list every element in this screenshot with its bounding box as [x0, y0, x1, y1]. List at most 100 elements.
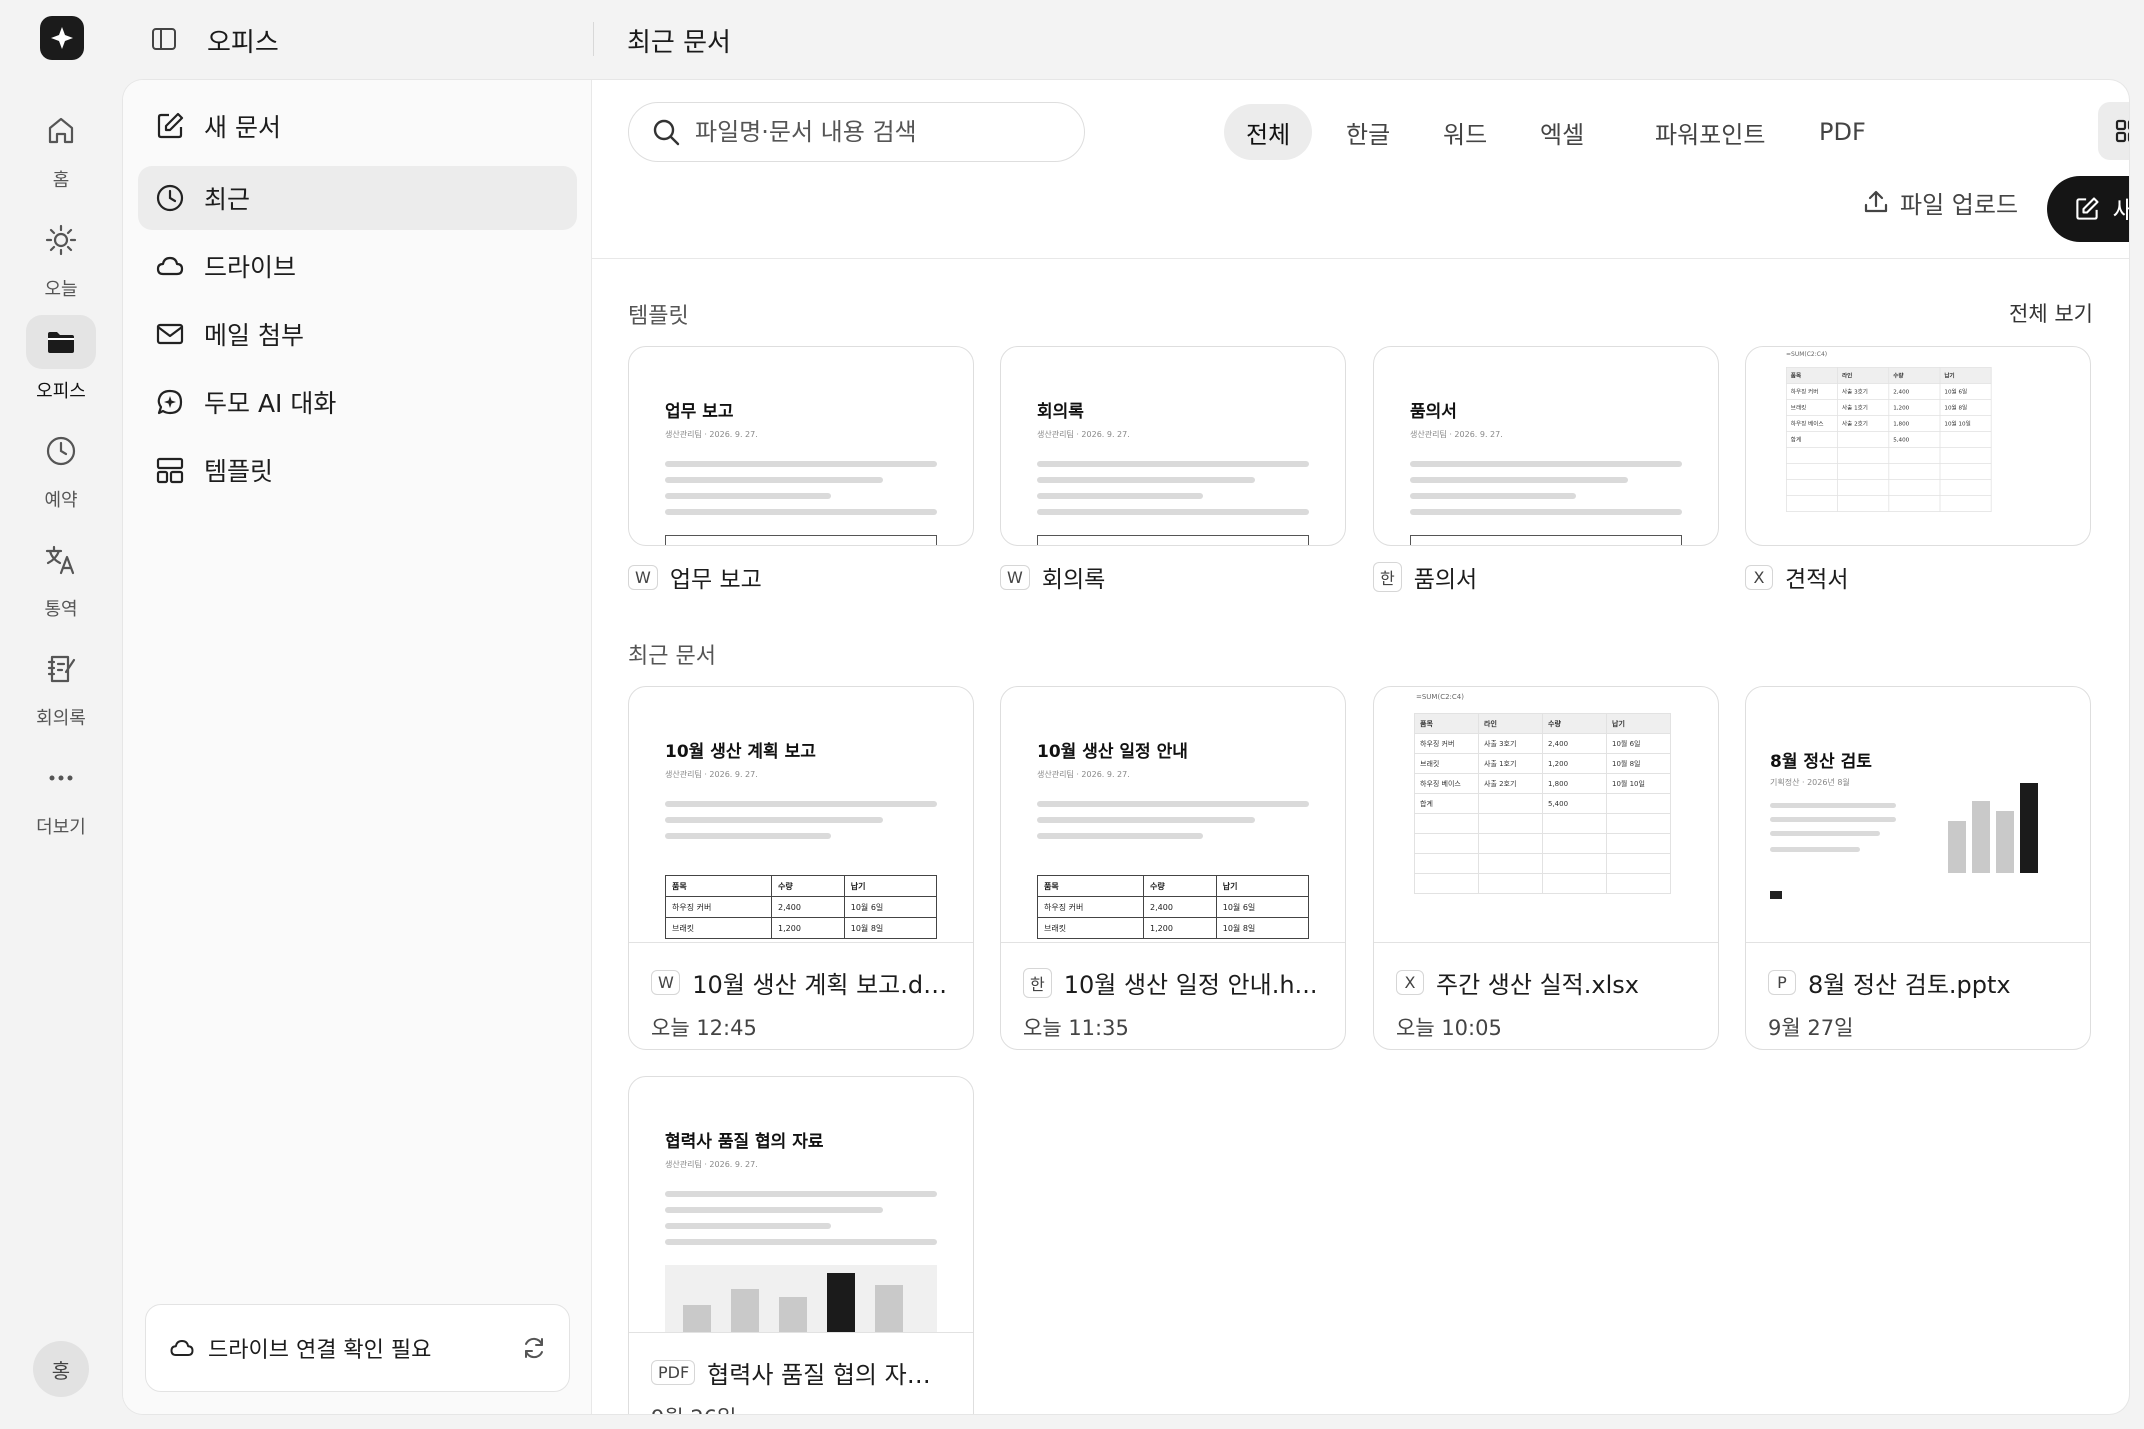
preview-subtitle: 생산관리팀 · 2026. 9. 27. [665, 1160, 758, 1169]
sidebar-item-label: 최근 [204, 185, 251, 214]
preview-title: 8월 정산 검토 [1770, 752, 1872, 772]
sidebar-item-drive[interactable]: 드라이브 [138, 234, 577, 298]
notebook-icon [26, 642, 96, 696]
preview-subtitle: 생산관리팀 · 2026. 9. 27. [1037, 770, 1130, 779]
template-thumbnail: =SUM(C2:C4) 품목 라인 수량 납기 하우징 커버 사출 3호기 2,400 10… [1745, 346, 2091, 546]
sidebar-item-label: 새 문서 [204, 113, 281, 142]
template-card[interactable]: 업무 보고 생산관리팀 · 2026. 9. 27. W 업무 보고 [628, 346, 974, 594]
template-name: 업무 보고 [669, 567, 762, 593]
document-card[interactable]: 협력사 품질 협의 자료 생산관리팀 · 2026. 9. 27. PDF 협력… [628, 1076, 974, 1414]
preview-bar [827, 1273, 855, 1332]
rail-item-more[interactable]: 더보기 [0, 751, 122, 839]
rail-item-interpret[interactable]: 통역 [0, 533, 122, 621]
rail-item-office[interactable]: 오피스 [0, 315, 122, 403]
grid-icon [2115, 119, 2129, 143]
rail-item-today[interactable]: 오늘 [0, 213, 122, 301]
filter-all[interactable]: 전체 [1224, 104, 1313, 160]
sidebar-item-new-doc[interactable]: 새 문서 [138, 94, 577, 158]
document-name: PDF 협력사 품질 협의 자료.... [651, 1355, 951, 1390]
avatar[interactable]: 홍 [33, 1341, 89, 1397]
document-card[interactable]: 10월 생산 일정 안내 생산관리팀 · 2026. 9. 27. 품목 수량 납기… [1000, 686, 1346, 1050]
sidebar-item-mail[interactable]: 메일 첨부 [138, 302, 577, 366]
document-name: X 주간 생산 실적.xlsx [1396, 965, 1696, 1000]
file-type-badge: W [651, 970, 681, 995]
preview-table: 품목 수량 납기 하우징 커버 2,400 10월 6일 브래킷 1,200 10월 8일 [664, 875, 938, 939]
file-type-badge: X [1745, 564, 1773, 590]
template-card[interactable]: 회의록 생산관리팀 · 2026. 9. 27. W 회의록 [1000, 346, 1346, 594]
template-card[interactable]: 품의서 생산관리팀 · 2026. 9. 27. 한 품의서 [1373, 346, 1719, 594]
clock-icon [26, 424, 96, 478]
preview-formula: =SUM(C2:C4) [1416, 693, 1464, 701]
folder-icon [26, 315, 96, 369]
document-card[interactable]: =SUM(C2:C4) 품목 라인 수량 납기 하우징 커버 사출 3호기 2,400 10… [1373, 686, 1719, 1050]
preview-subtitle: 기획정산 · 2026년 8월 [1770, 778, 1850, 787]
document-time: 오늘 12:45 [651, 1016, 757, 1040]
template-card[interactable]: =SUM(C2:C4) 품목 라인 수량 납기 하우징 커버 사출 3호기 2,400 10… [1745, 346, 2091, 594]
rail-item-home[interactable]: 홈 [0, 104, 122, 192]
sidebar-item-label: 템플릿 [204, 457, 274, 486]
grid-view-button[interactable] [2098, 102, 2129, 160]
edit-icon [157, 112, 184, 139]
preview-bar [683, 1305, 711, 1332]
rail-label: 회의록 [36, 708, 86, 729]
sidebar-item-templates[interactable]: 템플릿 [138, 438, 577, 502]
file-type-badge: X [1396, 970, 1424, 995]
preview-title: 10월 생산 일정 안내 [1037, 742, 1188, 762]
document-name: P 8월 정산 검토.pptx [1768, 965, 2068, 1000]
sidebar-item-ai-chat[interactable]: 두모 AI 대화 [138, 370, 577, 434]
template-thumbnail: 회의록 생산관리팀 · 2026. 9. 27. [1000, 346, 1346, 546]
sidebar-toggle-icon[interactable] [150, 25, 178, 53]
file-type-badge: W [1000, 564, 1030, 590]
document-name: 한 10월 생산 일정 안내.h... [1023, 965, 1323, 1000]
template-label: 한 품의서 [1373, 560, 1719, 594]
rail-label: 오늘 [44, 279, 78, 300]
filter-pdf[interactable]: PDF [1797, 104, 1888, 160]
mail-icon [156, 323, 184, 345]
upload-button[interactable]: 파일 업로드 [1862, 178, 2018, 226]
preview-title: 회의록 [1037, 402, 1084, 422]
filter-powerpoint[interactable]: 파워포인트 [1633, 104, 1787, 160]
drive-warning-text: 드라이브 연결 확인 필요 [208, 1338, 432, 1363]
filter-hangul[interactable]: 한글 [1324, 104, 1412, 160]
translate-icon [26, 533, 96, 587]
document-card[interactable]: 8월 정산 검토 기획정산 · 2026년 8월 P 8월 정산 검토.pptx… [1745, 686, 2091, 1050]
template-thumbnail: 업무 보고 생산관리팀 · 2026. 9. 27. [628, 346, 974, 546]
app-logo[interactable] [40, 16, 84, 60]
template-label: X 견적서 [1745, 560, 2091, 594]
divider [593, 22, 594, 56]
template-icon [156, 457, 184, 484]
search-icon [653, 119, 680, 146]
preview-subtitle: 생산관리팀 · 2026. 9. 27. [1037, 430, 1130, 439]
search-input[interactable] [695, 118, 1055, 146]
template-label: W 회의록 [1000, 560, 1346, 594]
document-time: 9월 27일 [1768, 1016, 1854, 1040]
see-all-link[interactable]: 전체 보기 [2009, 298, 2093, 328]
rail-item-schedule[interactable]: 예약 [0, 424, 122, 512]
sidebar-item-recent[interactable]: 최근 [138, 166, 577, 230]
drive-warning-banner[interactable]: 드라이브 연결 확인 필요 [145, 1304, 570, 1392]
filter-word[interactable]: 워드 [1421, 104, 1509, 160]
preview-subtitle: 생산관리팀 · 2026. 9. 27. [665, 430, 758, 439]
rail-item-minutes[interactable]: 회의록 [0, 642, 122, 730]
cloud-icon [170, 1340, 194, 1356]
preview-subtitle: 생산관리팀 · 2026. 9. 27. [665, 770, 758, 779]
preview-bar [1996, 811, 2014, 873]
new-document-label: 새 문서 [2112, 196, 2129, 225]
filter-excel[interactable]: 엑셀 [1518, 104, 1606, 160]
preview-title: 협력사 품질 협의 자료 [665, 1132, 824, 1152]
templates-title: 템플릿 [628, 304, 689, 329]
preview-bar [731, 1289, 759, 1332]
preview-subtitle: 생산관리팀 · 2026. 9. 27. [1410, 430, 1503, 439]
search-box[interactable] [628, 102, 1085, 162]
template-name: 품의서 [1413, 567, 1478, 593]
preview-bar [2020, 783, 2038, 873]
preview-sheet: 품목 라인 수량 납기 하우징 커버 사출 3호기 2,400 10월 6일 브래킷 사출 1… [1786, 366, 1992, 512]
document-card[interactable]: 10월 생산 계획 보고 생산관리팀 · 2026. 9. 27. 품목 수량 납기… [628, 686, 974, 1050]
template-name: 견적서 [1785, 567, 1849, 593]
new-document-button[interactable]: 새 문서 [2047, 176, 2129, 242]
preview-formula: =SUM(C2:C4) [1786, 351, 1828, 358]
preview-bar [875, 1285, 903, 1332]
document-thumbnail: 8월 정산 검토 기획정산 · 2026년 8월 [1746, 687, 2090, 943]
preview-sheet: 품목 라인 수량 납기 하우징 커버 사출 3호기 2,400 10월 6일 브래킷 사출 1… [1414, 713, 1671, 894]
refresh-icon[interactable] [521, 1335, 547, 1361]
